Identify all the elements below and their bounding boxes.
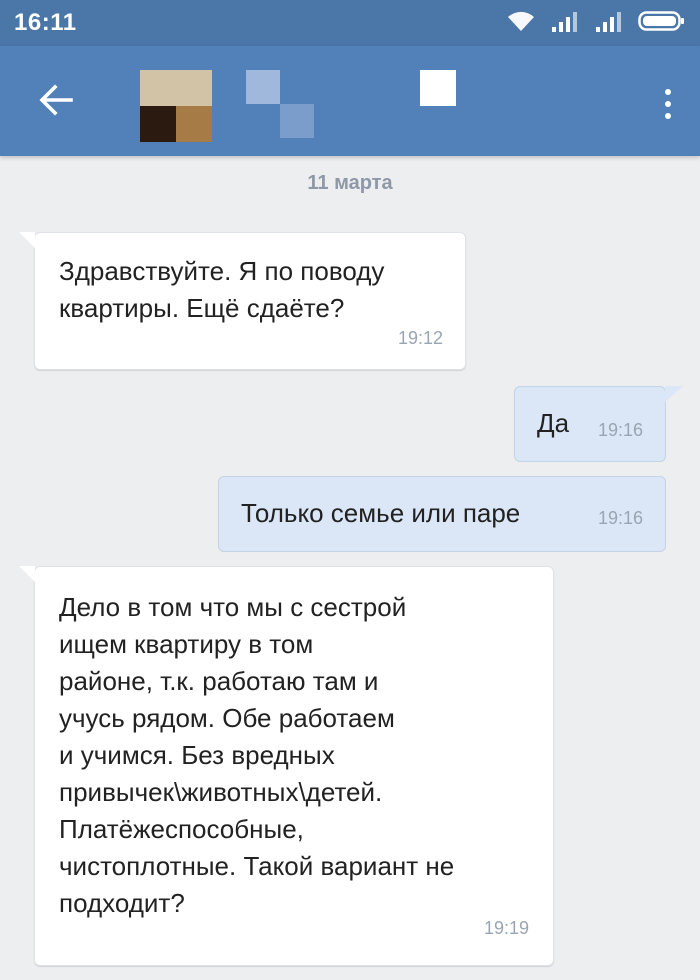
signal-icon-2 <box>594 9 624 38</box>
message-text-line: Платёжеспособные, <box>59 814 304 844</box>
wifi-icon <box>506 9 536 38</box>
message-incoming[interactable]: Дело в том что мы с сестрой ищем квартир… <box>19 566 554 966</box>
message-outgoing[interactable]: Только семье или паре 19:16 <box>218 476 666 552</box>
message-text-line: подходит? <box>59 888 185 918</box>
message-text-line: Здравствуйте. Я по поводу <box>59 256 385 286</box>
more-options-button[interactable] <box>662 80 674 128</box>
message-incoming[interactable]: Здравствуйте. Я по поводу квартиры. Ещё … <box>19 232 466 370</box>
message-text-line: Дело в том что мы с сестрой <box>59 592 407 622</box>
date-separator: 11 марта <box>307 172 393 194</box>
message-outgoing[interactable]: Да 19:16 <box>514 386 683 462</box>
message-time: 19:16 <box>597 508 643 528</box>
message-time: 19:19 <box>483 918 529 938</box>
chat-header <box>0 46 700 156</box>
status-bar: 16:11 <box>0 0 700 46</box>
contact-avatar[interactable] <box>140 70 212 142</box>
message-text-line: районе, т.к. работаю там и <box>59 666 379 696</box>
arrow-left-icon <box>38 83 74 121</box>
message-time: 19:12 <box>397 328 443 348</box>
contact-name-redacted[interactable] <box>246 70 326 150</box>
message-text-line: и учимся. Без вредных <box>59 740 335 770</box>
message-time: 19:16 <box>597 420 643 440</box>
back-button[interactable] <box>28 74 84 130</box>
signal-icon <box>550 9 580 38</box>
message-text-line: чистоплотные. Такой вариант не <box>59 851 455 881</box>
status-icons <box>506 10 686 36</box>
message-text-line: квартиры. Ещё сдаёте? <box>59 293 345 323</box>
message-text-line: ищем квартиру в том <box>59 629 314 659</box>
more-vertical-icon <box>665 89 671 95</box>
contact-status-redacted <box>420 70 456 106</box>
status-time: 16:11 <box>14 9 77 36</box>
battery-icon <box>638 9 686 38</box>
message-text-line: привычек\животных\детей. <box>59 777 383 807</box>
message-text-line: учусь рядом. Обе работаем <box>59 703 395 733</box>
